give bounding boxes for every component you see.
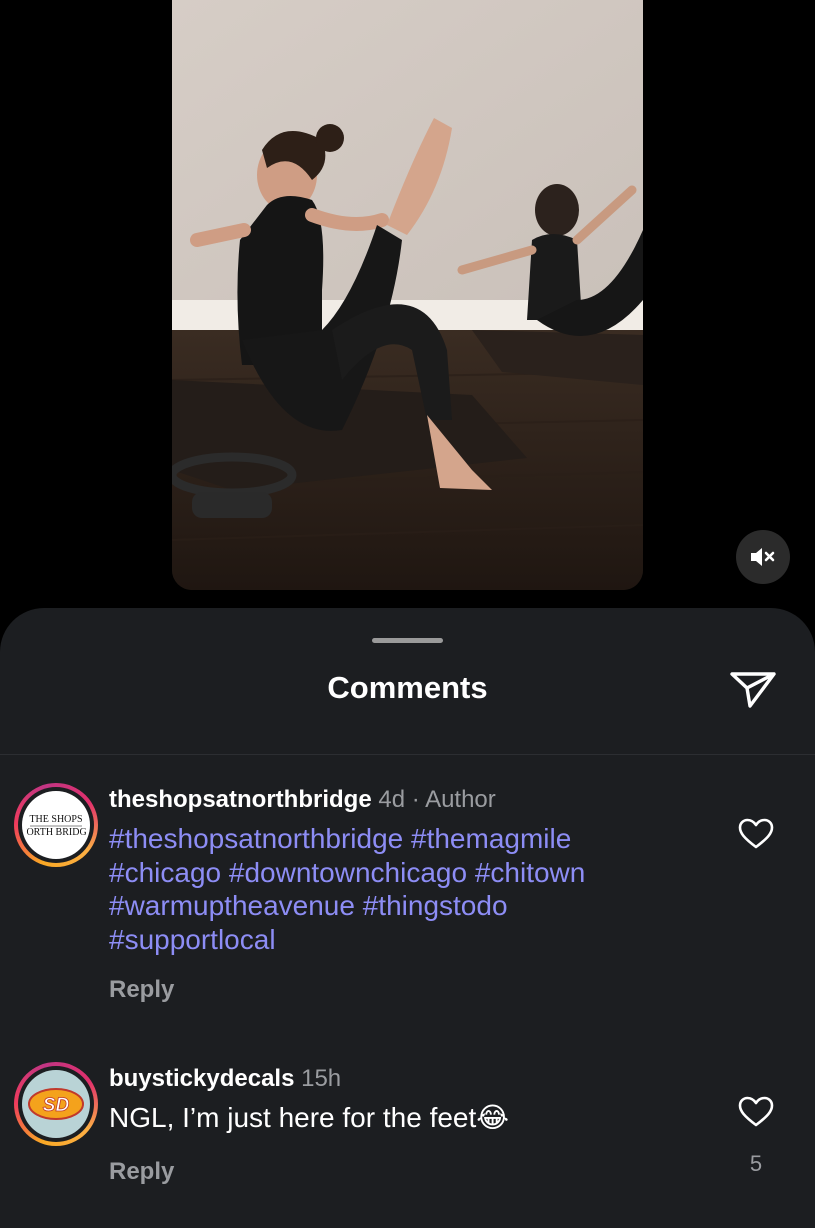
hashtag-link[interactable]: #theshopsatnorthbridge	[109, 823, 403, 854]
comment-time: 15h	[301, 1065, 342, 1092]
video-preview[interactable]	[172, 0, 643, 590]
heart-outline-icon	[738, 1096, 774, 1127]
speaker-muted-icon	[751, 548, 775, 566]
avatar[interactable]: THE SHOPS NORTH BRIDGE	[14, 783, 98, 867]
author-badge: Author	[425, 786, 496, 813]
svg-text:THE SHOPS: THE SHOPS	[29, 814, 82, 825]
svg-text:NORTH BRIDGE: NORTH BRIDGE	[26, 827, 86, 838]
like-count: 5	[749, 1151, 763, 1176]
avatar[interactable]: SD	[14, 1062, 98, 1146]
hashtag-link[interactable]: #chicago	[109, 857, 221, 888]
username[interactable]: theshopsatnorthbridge	[109, 786, 372, 813]
username[interactable]: buystickydecals	[109, 1065, 294, 1092]
like-button[interactable]	[738, 818, 774, 850]
share-button[interactable]	[728, 666, 778, 712]
comment-text: #theshopsatnorthbridge #themagmile #chic…	[109, 822, 669, 956]
hashtag-link[interactable]: #warmuptheavenue	[109, 890, 355, 921]
comment-time: 4d	[378, 786, 406, 813]
reply-button[interactable]: Reply	[109, 1158, 174, 1186]
sheet-title: Comments	[327, 670, 488, 705]
hashtag-link[interactable]: #downtownchicago	[229, 857, 467, 888]
hashtag-link[interactable]: #supportlocal	[109, 924, 276, 955]
avatar-logo: THE SHOPS NORTH BRIDGE	[22, 791, 90, 859]
sheet-grabber[interactable]	[372, 638, 443, 643]
avatar-logo: SD	[22, 1070, 90, 1138]
divider	[0, 754, 815, 755]
comment-body: NGL, I’m just here for the feet	[109, 1102, 477, 1133]
heart-outline-icon	[738, 818, 774, 849]
like-button[interactable]	[738, 1096, 774, 1128]
meta-separator: ·	[411, 786, 420, 813]
comment-text: NGL, I’m just here for the feet😂	[109, 1101, 669, 1135]
reply-button[interactable]: Reply	[109, 976, 174, 1004]
svg-text:SD: SD	[43, 1095, 70, 1116]
mute-button[interactable]	[736, 530, 790, 584]
hashtag-link[interactable]: #thingstodo	[363, 890, 508, 921]
laughing-emoji: 😂	[476, 1102, 509, 1133]
paper-plane-icon	[730, 672, 776, 708]
hashtag-link[interactable]: #themagmile	[411, 823, 571, 854]
comment-meta: theshopsatnorthbridge 4d · Author	[109, 786, 496, 814]
comments-sheet: Comments THE SHOPS NORTH BRIDGE theshops…	[0, 608, 815, 1228]
comment-meta: buystickydecals 15h	[109, 1065, 341, 1093]
hashtag-link[interactable]: #chitown	[475, 857, 586, 888]
yoga-class-image	[172, 0, 643, 590]
